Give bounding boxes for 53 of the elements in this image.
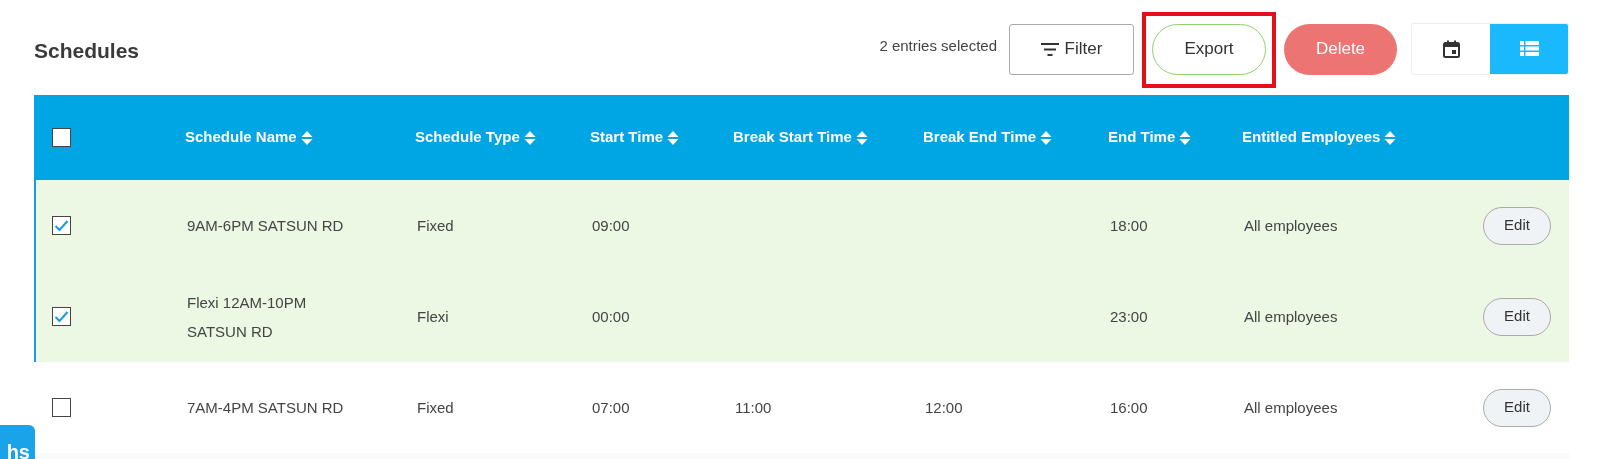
checkbox[interactable]	[52, 398, 71, 417]
table-cell: 18:00	[1110, 217, 1148, 234]
edit-button[interactable]: Edit	[1483, 297, 1551, 336]
sort-icon	[1384, 129, 1397, 146]
checkbox[interactable]	[52, 307, 71, 326]
side-tab[interactable]: hs	[0, 425, 35, 459]
table-cell: 00:00	[592, 308, 630, 325]
checkmark-icon	[54, 219, 69, 232]
sort-icon	[523, 129, 536, 146]
table-cell: 16:00	[1110, 399, 1148, 416]
selection-count: 2 entries selected	[879, 35, 997, 56]
column-header[interactable]: Schedule Type	[415, 126, 520, 149]
edit-button[interactable]: Edit	[1483, 388, 1551, 427]
column-header[interactable]: Break Start Time	[733, 126, 852, 149]
checkmark-icon	[54, 310, 69, 323]
filter-button[interactable]: Filter	[1009, 23, 1134, 75]
table-cell: 9AM-6PM SATSUN RD	[187, 217, 344, 234]
sort-icon	[855, 129, 868, 146]
table-cell: 23:00	[1110, 308, 1148, 325]
table-row[interactable]: 9AM-6PM SATSUN RD Fixed 09:00 18:00 All employees Edit	[34, 180, 1569, 271]
column-header[interactable]: Start Time	[590, 126, 664, 149]
calendar-icon	[1442, 40, 1460, 58]
table-cell: 7AM-4PM SATSUN RD	[187, 399, 344, 416]
sort-icon	[1040, 129, 1053, 146]
column-header[interactable]: Entitled Employees	[1242, 126, 1381, 149]
table-cell: All employees	[1244, 308, 1338, 325]
table-row[interactable]: 7AM-4PM SATSUN RD Fixed 07:00 11:00 12:00 16:00 All employees Edit	[34, 362, 1569, 453]
sort-icon	[1179, 129, 1192, 146]
sort-icon	[667, 129, 680, 146]
table-cell: All employees	[1244, 217, 1338, 234]
delete-button[interactable]: Delete	[1284, 23, 1397, 75]
filter-icon	[1040, 42, 1059, 56]
edit-button[interactable]: Edit	[1483, 206, 1551, 245]
page-title: Schedules	[34, 38, 140, 64]
table-cell: Flexi	[417, 308, 449, 325]
table-cell: Flexi 12AM-10PM SATSUN RD	[187, 293, 307, 340]
export-button[interactable]: Export	[1152, 23, 1266, 75]
table-cell: Fixed	[417, 217, 454, 234]
checkbox[interactable]	[52, 216, 71, 235]
column-header[interactable]: End Time	[1108, 126, 1176, 149]
table-cell: Fixed	[417, 399, 454, 416]
table-cell: 11:00	[735, 399, 772, 416]
table-cell: 09:00	[592, 217, 630, 234]
table-cell: 12:00	[925, 399, 963, 416]
table-row[interactable]: Flexi 12AM-10PM SATSUN RD Flexi 00:00 23:00 All employees Edit	[34, 271, 1569, 362]
side-tab-label: hs	[6, 441, 30, 459]
checkbox[interactable]	[52, 128, 71, 147]
list-icon	[1519, 41, 1539, 57]
column-header[interactable]: Schedule Name	[185, 126, 297, 149]
sort-icon	[300, 129, 313, 146]
table-cell: All employees	[1244, 399, 1338, 416]
table-cell: 07:00	[592, 399, 630, 416]
column-header[interactable]: Break End Time	[923, 126, 1037, 149]
